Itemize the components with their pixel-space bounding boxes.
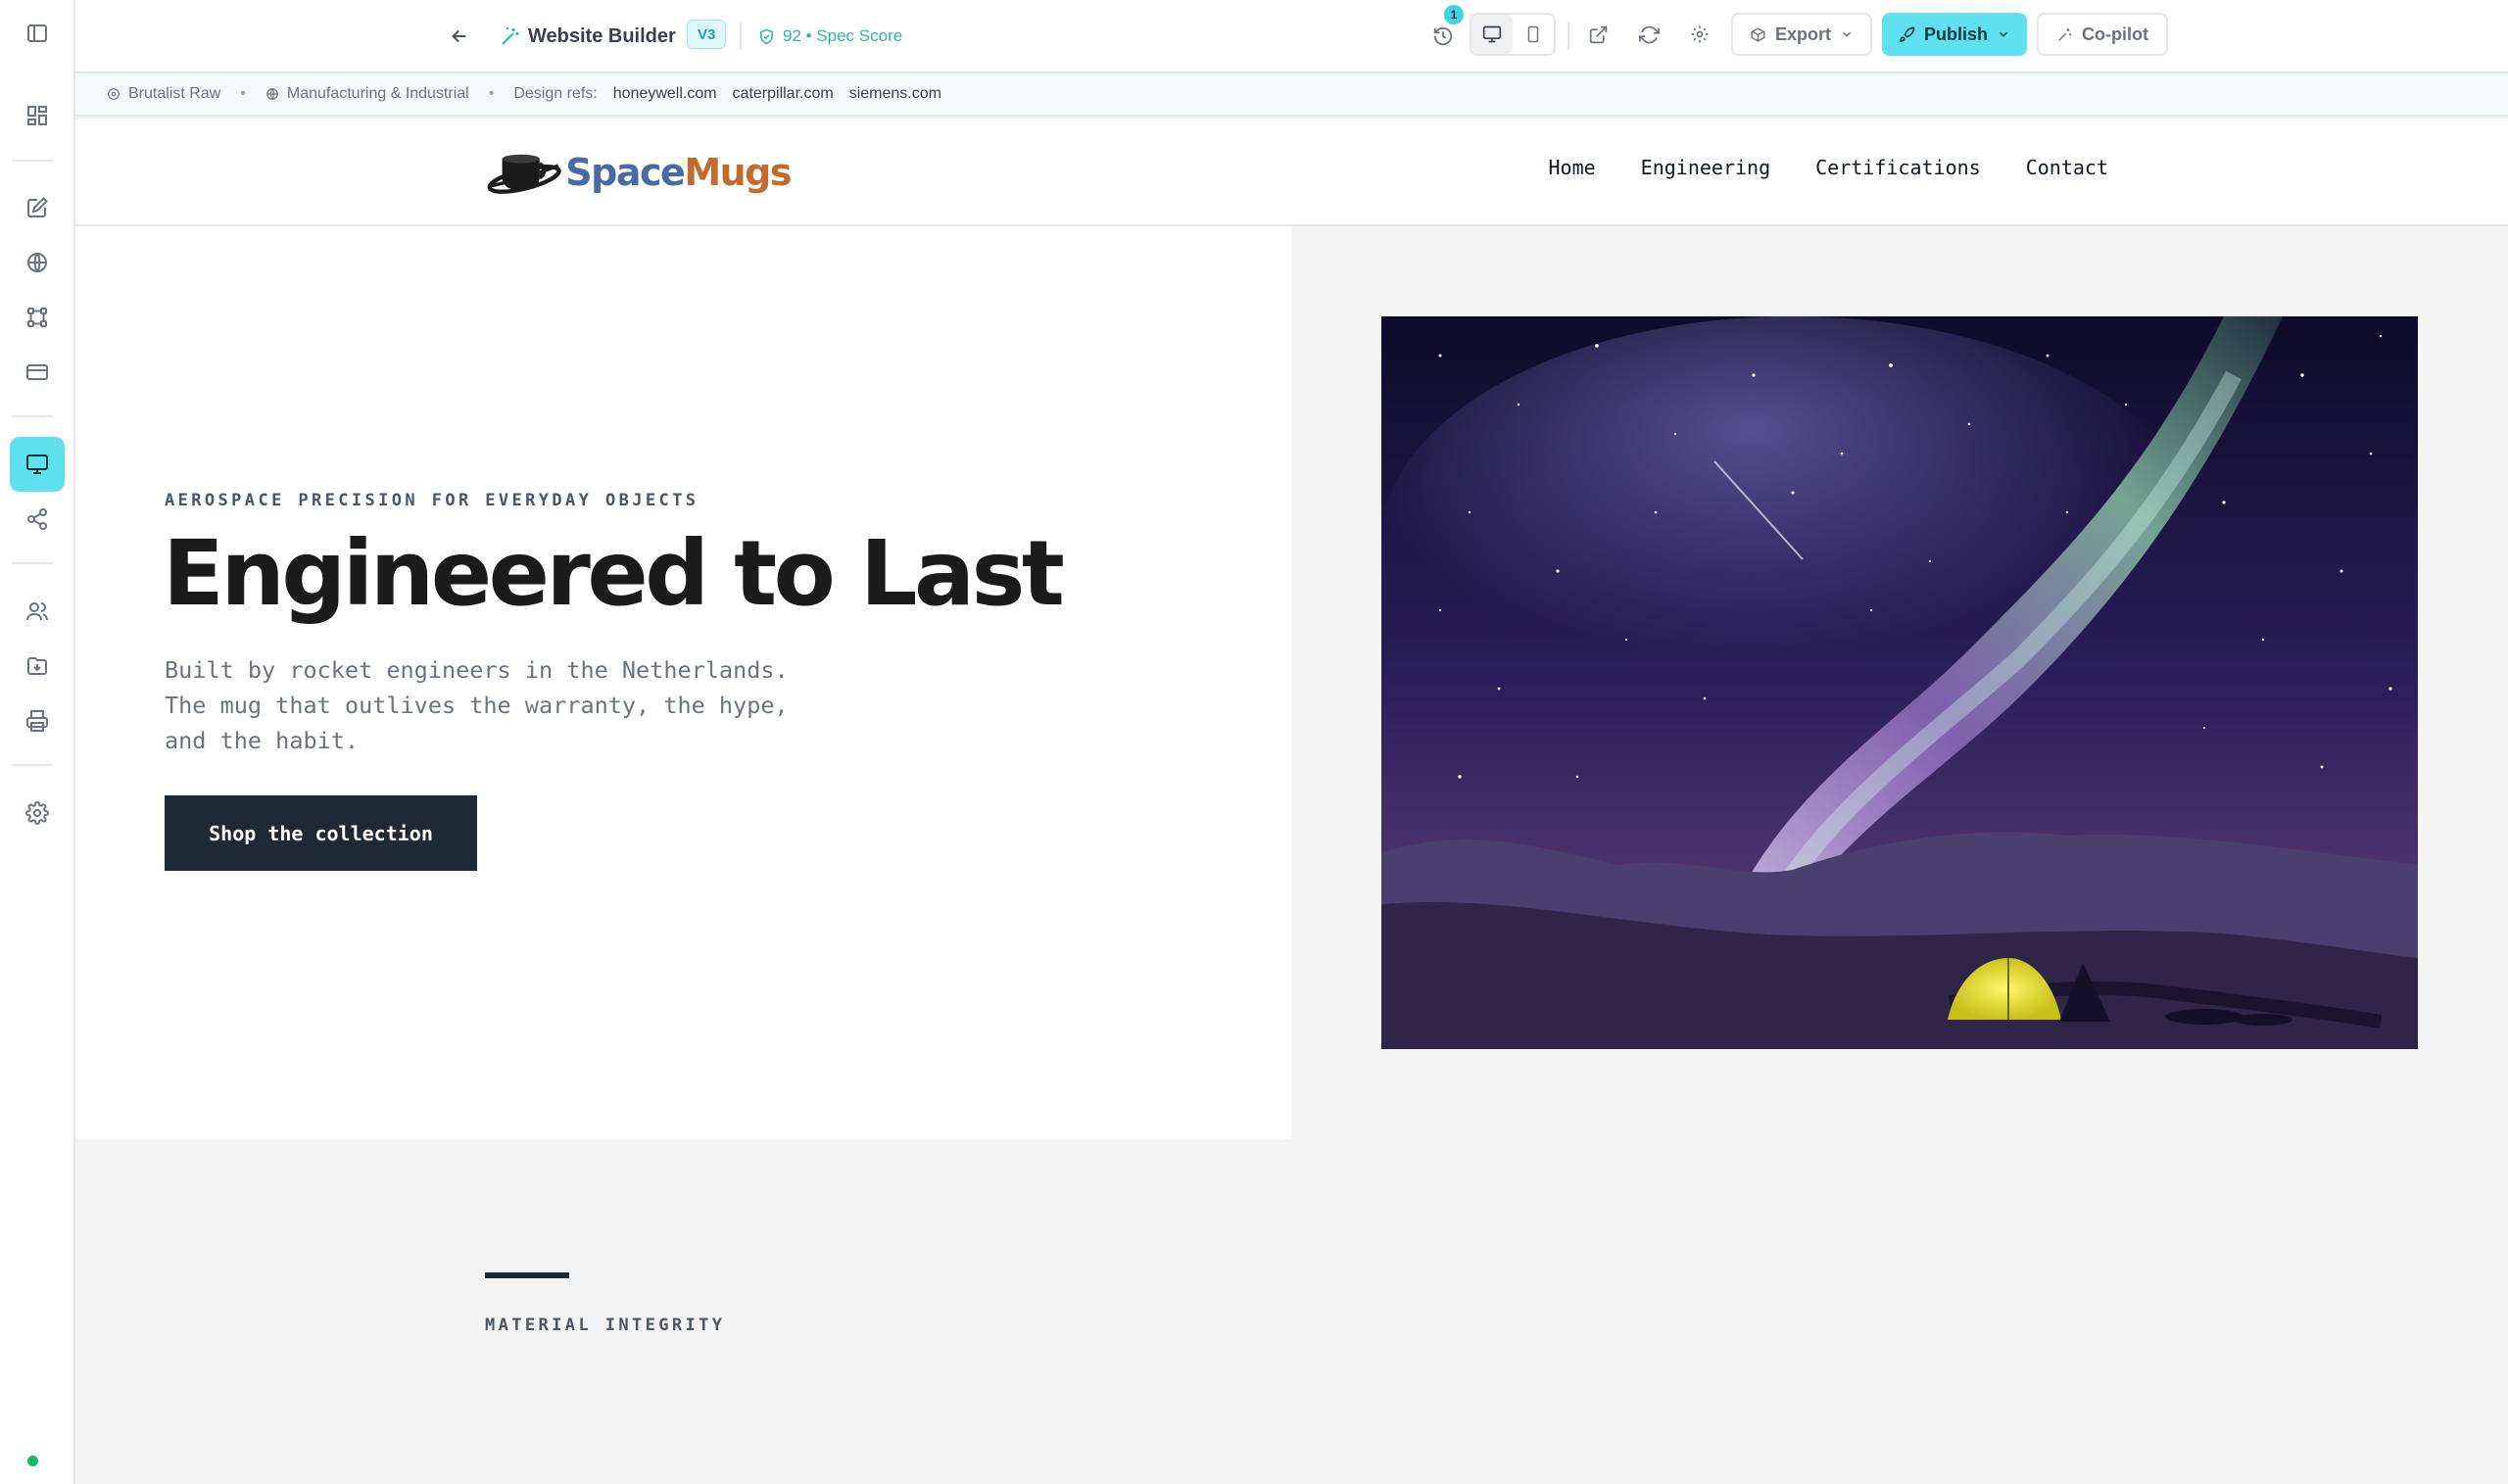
printer-icon[interactable] — [10, 694, 65, 748]
rail-divider — [12, 562, 53, 564]
design-meta-bar: Brutalist Raw • Manufacturing & Industri… — [75, 73, 2508, 117]
separator-dot: • — [488, 85, 495, 102]
back-arrow-icon[interactable] — [443, 20, 476, 53]
chevron-down-icon — [1999, 31, 2008, 37]
version-badge: V3 — [687, 20, 727, 49]
mobile-view-icon[interactable] — [1513, 15, 1554, 54]
rail-divider — [12, 415, 53, 417]
edit-icon[interactable] — [10, 180, 65, 235]
top-bar: Website Builder V3 92 • Spec Score 1 Exp… — [75, 0, 2508, 73]
design-refs-label: Design refs: — [513, 85, 598, 102]
flow-icon[interactable] — [10, 290, 65, 345]
separator-dot: • — [240, 85, 246, 102]
export-button[interactable]: Export — [1731, 13, 1872, 56]
rocket-icon — [1899, 26, 1915, 42]
spec-score-label: 92 • Spec Score — [783, 26, 903, 45]
left-rail — [0, 0, 75, 1484]
topbar-divider — [740, 23, 742, 50]
nav-certifications[interactable]: Certifications — [1815, 156, 1981, 179]
copilot-label: Co-pilot — [2082, 24, 2148, 44]
section-eyebrow: MATERIAL INTEGRITY — [485, 1316, 726, 1335]
monitor-icon[interactable] — [10, 437, 65, 492]
share-icon[interactable] — [10, 492, 65, 547]
rail-divider — [12, 160, 53, 162]
settings-icon[interactable] — [1680, 15, 1719, 54]
style-tag: Brutalist Raw — [107, 85, 220, 103]
sparkle-wand-icon — [2058, 27, 2072, 41]
gear-icon[interactable] — [10, 786, 65, 840]
design-ref-link[interactable]: honeywell.com — [613, 85, 717, 103]
style-label: Brutalist Raw — [128, 85, 221, 102]
card-icon[interactable] — [10, 345, 65, 400]
hero-image-aurora[interactable] — [1381, 316, 2418, 1049]
preview-canvas: SpaceMugs Home Engineering Certification… — [75, 119, 2508, 1484]
nav-contact[interactable]: Contact — [2026, 156, 2108, 179]
tag-icon — [108, 88, 120, 100]
folder-download-icon[interactable] — [10, 639, 65, 694]
industry-label: Manufacturing & Industrial — [286, 85, 469, 102]
hero-eyebrow: AEROSPACE PRECISION FOR EVERYDAY OBJECTS — [165, 491, 699, 510]
industry-tag: Manufacturing & Industrial — [265, 85, 469, 103]
copilot-button[interactable]: Co-pilot — [2037, 13, 2168, 56]
site-header: SpaceMugs Home Engineering Certification… — [75, 119, 2508, 226]
topbar-divider — [1568, 23, 1569, 50]
hero-title: Engineered to Last — [163, 521, 1065, 626]
publish-label: Publish — [1923, 24, 1988, 44]
design-ref-link[interactable]: siemens.com — [849, 85, 941, 103]
site-nav: Home Engineering Certifications Contact — [1549, 156, 2109, 179]
shield-check-icon — [760, 28, 773, 44]
globe-icon — [266, 88, 278, 100]
open-external-icon[interactable] — [1578, 15, 1617, 54]
users-icon[interactable] — [10, 584, 65, 639]
publish-button[interactable]: Publish — [1882, 13, 2027, 56]
package-icon — [1751, 26, 1765, 42]
mug-planet-logo-icon — [487, 154, 561, 194]
nav-engineering[interactable]: Engineering — [1641, 156, 1770, 179]
logo-part-mugs: Mugs — [684, 151, 792, 194]
app-title: Website Builder — [528, 24, 676, 47]
connection-status-dot — [27, 1456, 38, 1466]
history-count-badge: 1 — [1444, 5, 1464, 24]
export-label: Export — [1774, 24, 1831, 44]
rail-divider — [12, 764, 53, 766]
nav-home[interactable]: Home — [1549, 156, 1596, 179]
chevron-down-icon — [1842, 31, 1852, 37]
magic-wand-icon — [494, 20, 527, 53]
spec-score[interactable]: 92 • Spec Score — [758, 18, 902, 55]
sidebar-toggle-icon[interactable] — [10, 6, 65, 61]
shop-collection-button[interactable]: Shop the collection — [165, 795, 477, 871]
site-logo[interactable]: SpaceMugs — [487, 140, 792, 205]
dashboard-icon[interactable] — [10, 88, 65, 143]
design-ref-link[interactable]: caterpillar.com — [733, 85, 834, 103]
refresh-icon[interactable] — [1629, 15, 1668, 54]
hero-subtitle: Built by rocket engineers in the Netherl… — [165, 656, 789, 754]
logo-wordmark: SpaceMugs — [565, 151, 792, 194]
hero-section: AEROSPACE PRECISION FOR EVERYDAY OBJECTS… — [75, 226, 1291, 1139]
globe-icon[interactable] — [10, 235, 65, 290]
section-accent-rule — [485, 1272, 569, 1278]
device-toggle — [1470, 13, 1556, 56]
desktop-view-icon[interactable] — [1471, 15, 1513, 54]
logo-part-space: Space — [565, 151, 686, 194]
